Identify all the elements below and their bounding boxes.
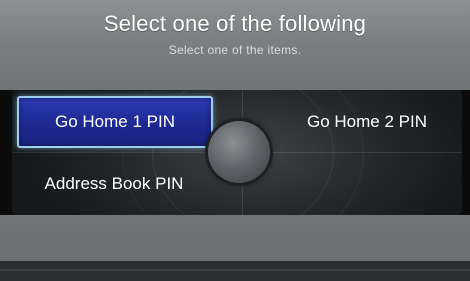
footer-band xyxy=(0,215,470,261)
option-label: Go Home 1 PIN xyxy=(55,112,175,131)
joystick-knob-icon xyxy=(208,121,270,183)
address-book-pin-option[interactable]: Address Book PIN xyxy=(24,158,204,210)
page-title: Select one of the following xyxy=(103,11,367,36)
header: Select one of the following Select one o… xyxy=(0,0,470,90)
option-label: Address Book PIN xyxy=(44,174,184,193)
nav-screen: Select one of the following Select one o… xyxy=(0,0,470,281)
option-label: Go Home 2 PIN xyxy=(307,112,427,131)
go-home-2-pin-option[interactable]: Go Home 2 PIN xyxy=(274,96,460,148)
selection-panel: Go Home 1 PIN Go Home 2 PIN Address Book… xyxy=(12,90,462,215)
bottom-divider xyxy=(0,269,470,271)
go-home-1-pin-option[interactable]: Go Home 1 PIN xyxy=(17,96,213,148)
page-subtitle: Select one of the items. xyxy=(168,43,302,57)
bottom-strip xyxy=(0,261,470,281)
